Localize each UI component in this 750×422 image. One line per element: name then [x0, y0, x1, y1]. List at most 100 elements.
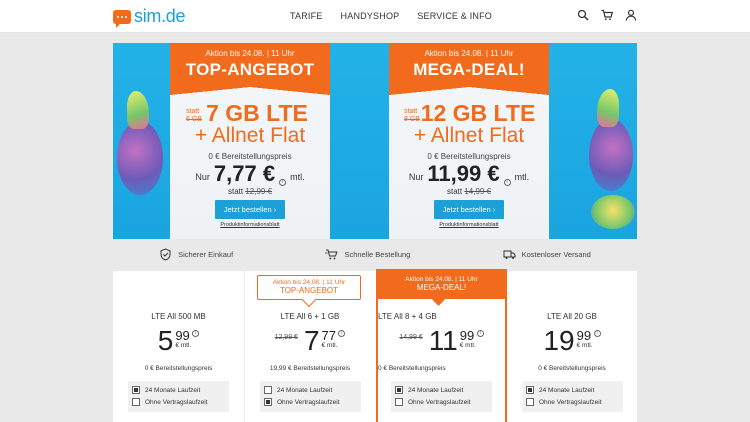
ribbon-title: MEGA-DEAL!: [416, 283, 467, 292]
price-unit: mtl.: [290, 172, 305, 182]
price-euro: 7: [303, 325, 320, 356]
order-button[interactable]: Jetzt bestellen ›: [214, 200, 286, 219]
offer-header: Aktion bis 24.08. | 11 Uhr MEGA-DEAL!: [389, 43, 549, 95]
nav-item-handyshop[interactable]: HANDYSHOP: [341, 11, 400, 21]
checkbox[interactable]: [526, 398, 534, 406]
pineapple-leaves-left: [127, 91, 149, 129]
search-icon[interactable]: [577, 9, 589, 21]
tariff-cards: LTE All 500 MB 5 99 € mtl. i 0 € Bereitst…: [113, 271, 637, 422]
pineapple-half-right: [591, 195, 635, 229]
chat-bubble-icon: [113, 9, 131, 28]
old-price: 14,99 €: [399, 334, 423, 341]
offer-body: statt 8 GB 12 GB LTE + Allnet Flat 0 € B…: [389, 87, 549, 228]
info-icon[interactable]: i: [503, 179, 511, 186]
checkbox[interactable]: [264, 398, 272, 406]
nav-item-tarife[interactable]: TARIFE: [290, 11, 323, 21]
pineapple-image-right: [589, 119, 633, 191]
tariff-bereitstellung: 0 € Bereitstellungspreis: [538, 365, 606, 372]
mega-deal-ribbon: Aktion bis 24.08. | 11 Uhr MEGA-DEAL!: [378, 271, 505, 299]
offer-action-date: Aktion bis 24.08. | 11 Uhr: [205, 49, 295, 58]
option-24-months[interactable]: 24 Monate Laufzeit: [132, 384, 225, 396]
offer-allnet: + Allnet Flat: [194, 124, 306, 147]
site-header: sim.de TARIFE HANDYSHOP SERVICE & INFO: [0, 0, 750, 33]
trust-item-fast: Schnelle Bestellung: [325, 248, 410, 261]
ribbon-date: Aktion bis 24.08. | 11 Uhr: [272, 279, 346, 286]
option-no-contract[interactable]: Ohne Vertragslaufzeit: [132, 396, 225, 408]
trust-item-shipping: Kostenloser Versand: [503, 248, 591, 261]
option-24-months[interactable]: 24 Monate Laufzeit: [395, 384, 488, 396]
trust-bar: Sicherer Einkauf Schnelle Bestellung Kos…: [113, 245, 637, 263]
option-no-contract[interactable]: Ohne Vertragslaufzeit: [395, 396, 488, 408]
info-icon[interactable]: i: [279, 179, 287, 186]
offer-bereitstellung: 0 € Bereitstellungspreis: [208, 152, 292, 161]
tariff-name: LTE All 6 + 1 GB: [280, 312, 340, 321]
user-icon[interactable]: [625, 9, 637, 21]
option-24-months[interactable]: 24 Monate Laufzeit: [526, 384, 619, 396]
tariff-name: LTE All 500 MB: [151, 312, 206, 321]
info-icon[interactable]: i: [593, 330, 601, 337]
tariff-card-highlighted: Aktion bis 24.08. | 11 Uhr MEGA-DEAL! LT…: [376, 269, 507, 422]
offer-card-mega: Aktion bis 24.08. | 11 Uhr MEGA-DEAL! st…: [389, 43, 549, 239]
offer-action-date: Aktion bis 24.08. | 11 Uhr: [424, 49, 514, 58]
option-24-months[interactable]: 24 Monate Laufzeit: [264, 384, 357, 396]
tariff-bereitstellung: 19,99 € Bereitstellungspreis: [269, 365, 351, 372]
offer-header: Aktion bis 24.08. | 11 Uhr TOP-ANGEBOT: [170, 43, 330, 95]
offer-price: 7,77 €: [213, 161, 276, 186]
info-icon[interactable]: i: [192, 330, 200, 337]
pineapple-image-left: [117, 121, 163, 195]
checkbox[interactable]: [132, 386, 140, 394]
option-no-contract[interactable]: Ohne Vertragslaufzeit: [264, 396, 357, 408]
trust-label: Kostenloser Versand: [521, 249, 591, 259]
fast-cart-icon: [325, 249, 338, 259]
offer-price: 11,99 €: [427, 161, 500, 186]
hero-banner: Aktion bis 24.08. | 11 Uhr TOP-ANGEBOT s…: [113, 43, 637, 239]
tariff-price: 19 99 € mtl. i: [507, 326, 637, 356]
shield-check-icon: [160, 247, 171, 261]
price-euro: 19: [543, 325, 575, 356]
tariff-card: LTE All 500 MB 5 99 € mtl. i 0 € Bereitst…: [113, 271, 244, 422]
product-info-link[interactable]: Produktinformationsblatt: [389, 222, 549, 228]
price-euro: 5: [157, 325, 174, 356]
offer-title: MEGA-DEAL!: [413, 60, 525, 79]
offer-price-row: Nur 11,99 € i mtl.: [389, 162, 549, 186]
offer-title: TOP-ANGEBOT: [185, 60, 315, 79]
price-cents: 99: [576, 328, 592, 343]
tariff-price: 12,99 € 7 77 € mtl. i: [245, 326, 375, 356]
trust-item-secure: Sicherer Einkauf: [159, 247, 233, 261]
old-volume: statt 8 GB: [404, 108, 420, 123]
ribbon-title: TOP-ANGEBOT: [279, 286, 339, 295]
nav-item-service[interactable]: SERVICE & INFO: [417, 11, 492, 21]
offer-allnet: + Allnet Flat: [413, 124, 525, 147]
main-nav: TARIFE HANDYSHOP SERVICE & INFO: [290, 11, 492, 21]
offer-bereitstellung: 0 € Bereitstellungspreis: [427, 152, 511, 161]
info-icon[interactable]: i: [338, 330, 346, 337]
contract-options: 24 Monate Laufzeit Ohne Vertragslaufzeit: [128, 381, 229, 412]
option-no-contract[interactable]: Ohne Vertragslaufzeit: [526, 396, 619, 408]
price-prefix: Nur: [408, 172, 424, 182]
product-info-link[interactable]: Produktinformationsblatt: [170, 222, 330, 228]
checkbox[interactable]: [132, 398, 140, 406]
old-price: 12,99 €: [274, 334, 298, 341]
checkbox[interactable]: [526, 386, 534, 394]
cart-icon[interactable]: [601, 9, 613, 21]
checkbox[interactable]: [264, 386, 272, 394]
logo[interactable]: sim.de: [113, 6, 186, 28]
price-prefix: Nur: [195, 172, 210, 182]
trust-label: Schnelle Bestellung: [344, 249, 411, 259]
tariff-card: LTE All 20 GB 19 99 € mtl. i 0 € Bereitst…: [506, 271, 637, 422]
contract-options: 24 Monate Laufzeit Ohne Vertragslaufzeit: [260, 381, 361, 412]
checkbox[interactable]: [395, 398, 403, 406]
price-unit: € mtl.: [459, 342, 476, 349]
top-offer-ribbon: Aktion bis 24.08. | 11 Uhr TOP-ANGEBOT: [257, 275, 361, 300]
delivery-truck-icon: [503, 250, 516, 259]
order-button[interactable]: Jetzt bestellen ›: [433, 200, 505, 219]
tariff-bereitstellung: 0 € Bereitstellungspreis: [378, 365, 446, 372]
price-cents: 99: [175, 328, 190, 343]
checkbox[interactable]: [395, 386, 403, 394]
price-euro: 11: [428, 325, 458, 356]
contract-options: 24 Monate Laufzeit Ohne Vertragslaufzeit: [391, 381, 492, 412]
offer-old-price: statt 14,99 €: [446, 187, 492, 196]
price-unit: € mtl.: [321, 342, 338, 349]
header-icons: [577, 9, 637, 21]
info-icon[interactable]: i: [476, 330, 484, 337]
